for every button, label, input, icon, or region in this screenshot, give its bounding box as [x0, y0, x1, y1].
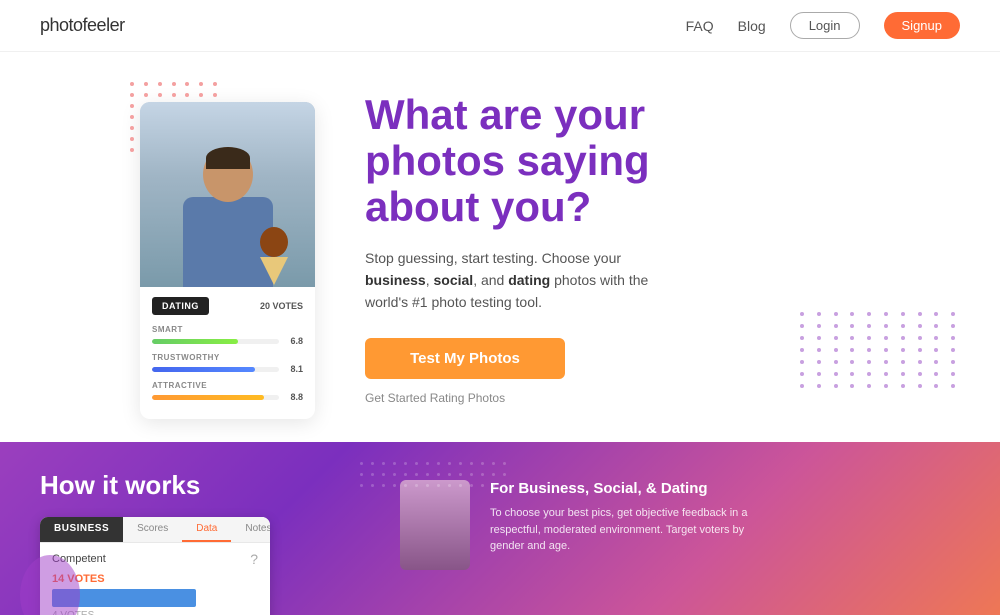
- nav-links: FAQ Blog Login Signup: [686, 12, 960, 39]
- photo-card-image: [140, 102, 315, 287]
- cta-subtitle: Get Started Rating Photos: [365, 391, 505, 405]
- bottom-decorative-dots: [360, 462, 506, 487]
- hero-section: DATING 20 VOTES SMART 6.8 TRUSTWORTHY 8.…: [0, 52, 1000, 442]
- metric-attractive: ATTRACTIVE 8.8: [152, 381, 303, 402]
- demo-notes-tab[interactable]: Notes: [231, 517, 270, 542]
- hero-headline: What are your photos saying about you?: [365, 92, 960, 231]
- how-it-works-title: How it works: [40, 470, 270, 501]
- votes-count: 20 VOTES: [260, 301, 303, 311]
- for-title: For Business, Social, & Dating: [490, 480, 960, 497]
- logo: photofeeler: [40, 15, 125, 36]
- metric-trustworthy: TRUSTWORTHY 8.1: [152, 353, 303, 374]
- nav-faq[interactable]: FAQ: [686, 18, 714, 34]
- demo-help-icon[interactable]: ?: [250, 551, 258, 567]
- nav-blog[interactable]: Blog: [738, 18, 766, 34]
- login-button[interactable]: Login: [790, 12, 860, 39]
- decorative-dots-topright: [800, 312, 960, 412]
- signup-button[interactable]: Signup: [884, 12, 960, 39]
- dating-tab: DATING: [152, 297, 209, 315]
- how-it-works-section: How it works BUSINESS Scores Data Notes …: [0, 442, 1000, 615]
- demo-business-tab[interactable]: BUSINESS: [40, 517, 123, 542]
- how-it-works-right: For Business, Social, & Dating To choose…: [300, 470, 960, 587]
- metric-smart: SMART 6.8: [152, 325, 303, 346]
- navbar: photofeeler FAQ Blog Login Signup: [0, 0, 1000, 52]
- demo-data-tab[interactable]: Data: [182, 517, 231, 542]
- photo-card: DATING 20 VOTES SMART 6.8 TRUSTWORTHY 8.…: [140, 102, 315, 419]
- demo-card-tabs: BUSINESS Scores Data Notes: [40, 517, 270, 543]
- test-my-photos-button[interactable]: Test My Photos: [365, 338, 565, 379]
- icecream-decoration: [260, 227, 290, 282]
- hero-subtext: Stop guessing, start testing. Choose you…: [365, 247, 685, 314]
- how-it-works-left: How it works BUSINESS Scores Data Notes …: [40, 470, 270, 587]
- for-desc: To choose your best pics, get objective …: [490, 505, 770, 555]
- demo-scores-tab[interactable]: Scores: [123, 517, 182, 542]
